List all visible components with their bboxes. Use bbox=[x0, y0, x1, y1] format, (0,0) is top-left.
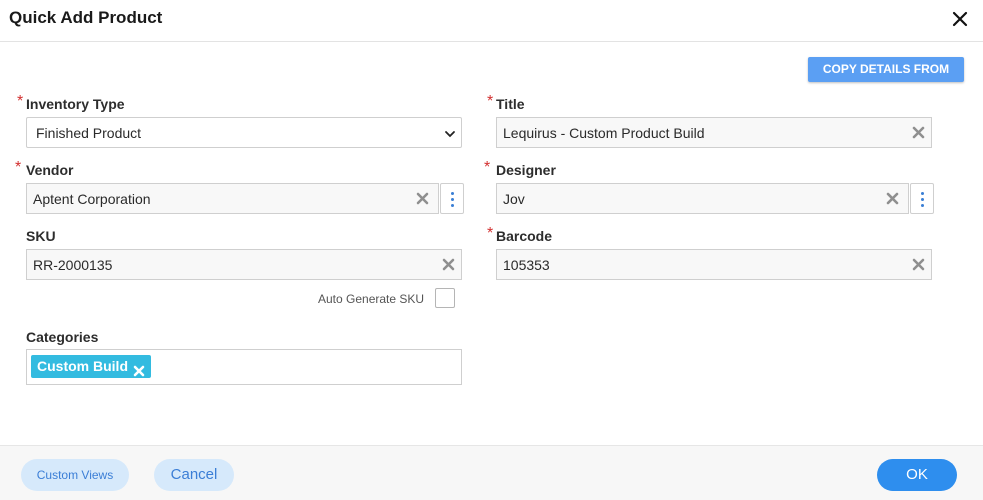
chevron-down-icon bbox=[444, 127, 456, 139]
clear-icon[interactable] bbox=[886, 192, 899, 205]
cancel-button[interactable]: Cancel bbox=[154, 459, 234, 491]
vendor-field[interactable]: Aptent Corporation bbox=[26, 183, 439, 214]
dialog-footer: Custom Views Cancel OK bbox=[0, 445, 983, 500]
auto-generate-sku-checkbox[interactable] bbox=[435, 288, 455, 308]
title-value: Lequirus - Custom Product Build bbox=[503, 125, 705, 141]
vendor-label: Vendor bbox=[26, 162, 74, 178]
title-field[interactable]: Lequirus - Custom Product Build bbox=[496, 117, 932, 148]
clear-icon[interactable] bbox=[912, 258, 925, 271]
barcode-label: Barcode bbox=[496, 228, 553, 244]
inventory-type-label: Inventory Type bbox=[26, 96, 125, 112]
designer-value: Jov bbox=[503, 191, 525, 207]
clear-icon[interactable] bbox=[442, 258, 455, 271]
close-icon[interactable] bbox=[949, 8, 971, 30]
designer-field[interactable]: Jov bbox=[496, 183, 909, 214]
categories-input[interactable]: Custom Build bbox=[26, 349, 462, 385]
inventory-type-value: Finished Product bbox=[36, 125, 142, 141]
auto-generate-sku-label: Auto Generate SKU bbox=[318, 292, 425, 306]
required-marker: * bbox=[17, 93, 24, 110]
ok-button[interactable]: OK bbox=[877, 459, 957, 491]
dialog-title: Quick Add Product bbox=[9, 8, 163, 27]
sku-label: SKU bbox=[26, 228, 56, 244]
sku-field[interactable]: RR-2000135 bbox=[26, 249, 462, 280]
required-marker: * bbox=[487, 93, 494, 110]
required-marker: * bbox=[15, 159, 22, 176]
copy-details-button[interactable]: COPY DETAILS FROM bbox=[808, 57, 964, 82]
required-marker: * bbox=[487, 225, 494, 242]
custom-views-button[interactable]: Custom Views bbox=[21, 459, 129, 491]
clear-icon[interactable] bbox=[912, 126, 925, 139]
barcode-field[interactable]: 105353 bbox=[496, 249, 932, 280]
inventory-type-select[interactable]: Finished Product bbox=[26, 117, 462, 148]
categories-label: Categories bbox=[26, 329, 99, 345]
sku-value: RR-2000135 bbox=[33, 257, 113, 273]
designer-more-options-icon[interactable] bbox=[910, 183, 934, 214]
title-label: Title bbox=[496, 96, 525, 112]
remove-tag-icon[interactable] bbox=[133, 361, 145, 376]
vendor-value: Aptent Corporation bbox=[33, 191, 151, 207]
category-tag-label: Custom Build bbox=[37, 358, 128, 374]
vendor-more-options-icon[interactable] bbox=[440, 183, 464, 214]
category-tag: Custom Build bbox=[31, 355, 151, 378]
required-marker: * bbox=[484, 159, 491, 176]
dialog-header: Quick Add Product bbox=[0, 0, 983, 42]
barcode-value: 105353 bbox=[503, 257, 550, 273]
clear-icon[interactable] bbox=[416, 192, 429, 205]
designer-label: Designer bbox=[496, 162, 556, 178]
